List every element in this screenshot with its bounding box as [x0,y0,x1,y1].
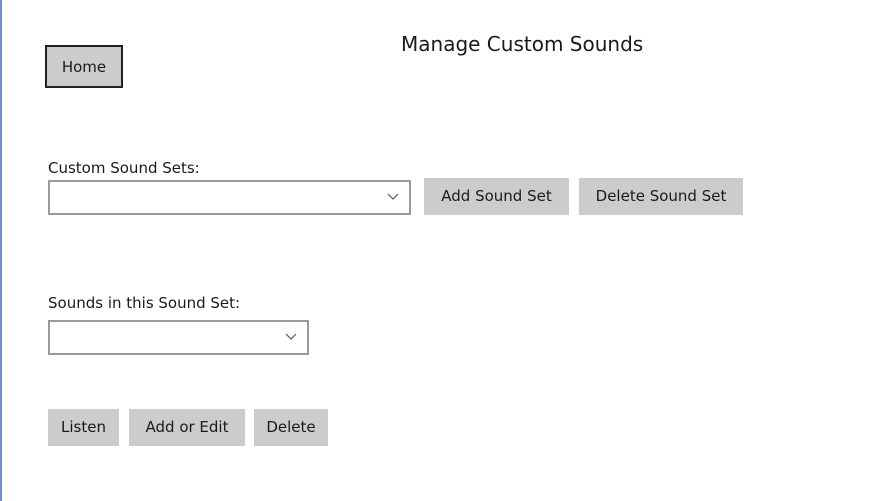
add-or-edit-button[interactable]: Add or Edit [129,409,245,446]
home-button[interactable]: Home [45,45,123,88]
add-sound-set-button[interactable]: Add Sound Set [424,178,569,215]
sounds-label: Sounds in this Sound Set: [48,294,241,312]
listen-button[interactable]: Listen [48,409,119,446]
app-window: Home Manage Custom Sounds Custom Sound S… [0,0,886,501]
page-title: Manage Custom Sounds [401,32,644,56]
sound-sets-label: Custom Sound Sets: [48,159,200,177]
chevron-down-icon [285,333,297,340]
chevron-down-icon [387,193,399,200]
sounds-dropdown[interactable] [48,320,309,355]
delete-sound-set-button[interactable]: Delete Sound Set [579,178,743,215]
delete-sound-button[interactable]: Delete [254,409,328,446]
sound-sets-dropdown[interactable] [48,180,411,215]
